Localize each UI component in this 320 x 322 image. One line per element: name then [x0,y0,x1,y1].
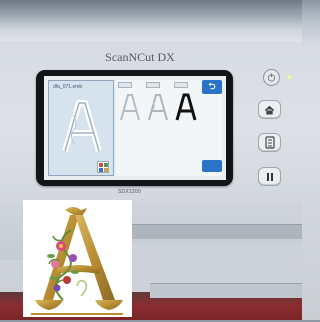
brand-logo: ScanNCut DX [95,49,185,65]
power-button[interactable] [263,69,280,86]
mat-slot [132,224,302,239]
touch-screen[interactable]: dfa_071.emb ⮌ [44,76,226,180]
thumb-tab-2[interactable] [146,82,160,88]
power-icon [267,73,276,82]
back-arrow-icon: ⮌ [208,81,216,91]
pause-icon [266,172,273,181]
tray-edge [150,283,302,298]
embroidered-letter-photo [23,200,132,317]
thumb-tab-3[interactable] [174,82,188,88]
pattern-preview-letter-icon [62,100,102,152]
pattern-preview-pane[interactable]: dfa_071.emb [48,80,114,176]
mat-load-button[interactable] [258,133,281,152]
color-palette-icon[interactable] [97,161,109,173]
pattern-thumb-1[interactable] [118,92,142,122]
mat-icon [264,136,275,149]
thumb-tab-1[interactable] [118,82,132,88]
model-label: SDX1200 [118,189,141,195]
machine-top-lip [0,0,302,42]
power-led [288,76,291,79]
pattern-selection-pane: ⮌ [116,80,222,176]
pattern-thumb-3-selected[interactable] [174,92,198,122]
start-pause-button[interactable] [258,167,281,186]
pattern-thumb-2[interactable] [146,92,170,122]
home-icon [264,105,275,115]
pattern-file-name: dfa_071.emb [53,84,83,90]
back-button[interactable]: ⮌ [202,80,222,94]
ornamental-letter-a-icon [31,207,123,315]
brand-text: ScanNCut DX [105,49,175,64]
home-button[interactable] [258,100,281,119]
ok-button[interactable] [202,160,222,172]
